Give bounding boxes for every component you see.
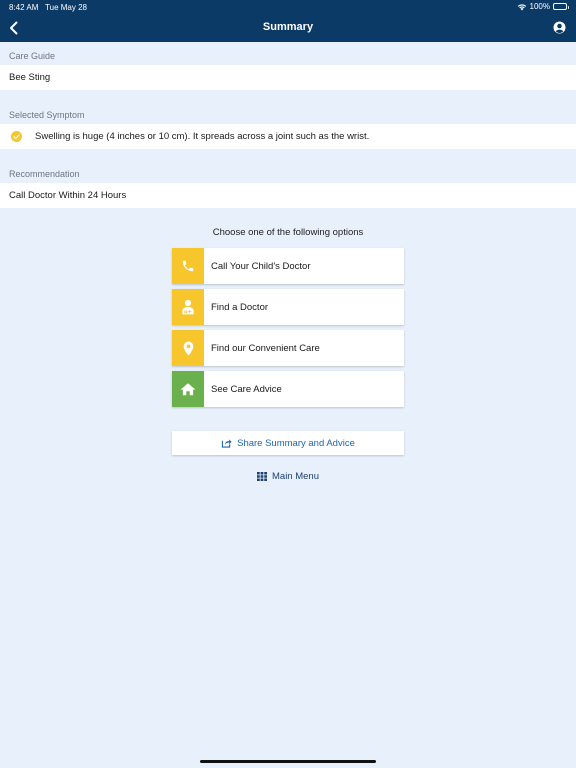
home-indicator	[200, 760, 376, 763]
wifi-icon	[517, 3, 526, 10]
care-guide-value: Bee Sting	[9, 72, 51, 83]
battery-icon	[553, 3, 569, 10]
page-title: Summary	[262, 21, 314, 33]
check-circle-icon	[11, 131, 22, 142]
care-guide-row: Bee Sting	[0, 65, 576, 90]
selected-symptom-row: Swelling is huge (4 inches or 10 cm). It…	[0, 124, 576, 149]
map-pin-icon	[183, 341, 193, 355]
convenient-care-icon-box	[172, 330, 204, 366]
status-right: 100%	[517, 2, 569, 11]
phone-icon	[182, 260, 194, 272]
care-advice-option[interactable]: See Care Advice	[172, 371, 404, 407]
status-bar: 8:42 AM Tue May 28 100%	[0, 0, 576, 14]
user-circle-icon	[553, 21, 566, 34]
doctor-icon	[182, 299, 194, 315]
share-button[interactable]: Share Summary and Advice	[172, 431, 404, 455]
care-advice-icon-box	[172, 371, 204, 407]
status-clock: 8:42 AM	[9, 3, 39, 12]
selected-symptom-value: Swelling is huge (4 inches or 10 cm). It…	[35, 131, 370, 142]
main-menu-link[interactable]: Main Menu	[0, 471, 576, 482]
care-guide-label: Care Guide	[9, 51, 56, 61]
find-doctor-label: Find a Doctor	[211, 301, 269, 313]
nav-header: 8:42 AM Tue May 28 100% Summary	[0, 0, 576, 42]
status-date: Tue May 28	[45, 3, 87, 12]
main-menu-label: Main Menu	[272, 471, 319, 482]
status-time: 8:42 AM Tue May 28	[9, 3, 87, 12]
grid-icon	[257, 472, 267, 481]
recommendation-label: Recommendation	[9, 169, 80, 179]
selected-symptom-label: Selected Symptom	[9, 110, 85, 120]
find-doctor-option[interactable]: Find a Doctor	[172, 289, 404, 325]
recommendation-row: Call Doctor Within 24 Hours	[0, 183, 576, 208]
account-button[interactable]	[553, 21, 566, 34]
convenient-care-option[interactable]: Find our Convenient Care	[172, 330, 404, 366]
care-advice-label: See Care Advice	[211, 383, 282, 395]
home-icon	[180, 383, 196, 396]
convenient-care-label: Find our Convenient Care	[211, 342, 320, 354]
share-label: Share Summary and Advice	[237, 437, 355, 449]
options-title: Choose one of the following options	[212, 227, 364, 238]
find-doctor-icon-box	[172, 289, 204, 325]
call-doctor-option[interactable]: Call Your Child's Doctor	[172, 248, 404, 284]
battery-percent: 100%	[529, 2, 550, 11]
share-icon	[221, 439, 232, 448]
call-doctor-icon-box	[172, 248, 204, 284]
call-doctor-label: Call Your Child's Doctor	[211, 260, 311, 272]
recommendation-value: Call Doctor Within 24 Hours	[9, 190, 127, 201]
